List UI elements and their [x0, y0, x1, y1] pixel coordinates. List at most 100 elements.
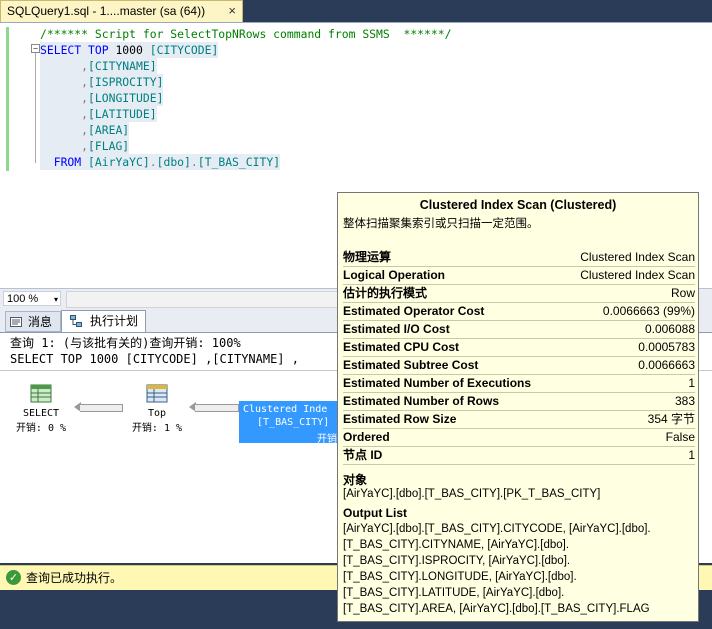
zoom-select[interactable]: 100 % ▾: [3, 291, 61, 306]
code-line: ,[LONGITUDE]: [40, 90, 164, 106]
tooltip-row-value: 0.0005783: [638, 340, 695, 354]
tooltip-row: Estimated Operator Cost 0.0066663 (99%): [343, 303, 695, 321]
plan-arrow: [80, 404, 123, 412]
tooltip-row-key: Estimated I/O Cost: [343, 322, 450, 336]
code-line: FROM [AirYaYC].[dbo].[T_BAS_CITY]: [40, 154, 281, 170]
plan-arrow: [195, 404, 239, 412]
select-operator-icon: [30, 384, 52, 403]
node-label: Clustered Inde: [243, 404, 328, 415]
tooltip-row: 节点 ID 1: [343, 447, 695, 465]
tab-execution-plan-label: 执行计划: [90, 314, 139, 328]
tooltip-row-value: False: [665, 430, 695, 444]
tab-execution-plan[interactable]: 执行计划: [61, 310, 146, 332]
node-cost: 开销: [317, 434, 337, 445]
code-token: [ISPROCITY]: [88, 75, 164, 89]
node-label: SELECT: [22, 408, 60, 419]
code-line: ,[ISPROCITY]: [40, 74, 164, 90]
plan-node-select[interactable]: SELECT 开销: 0 %: [8, 383, 74, 434]
tooltip-row: 估计的执行模式 Row: [343, 285, 695, 303]
code-token: ,: [40, 59, 89, 73]
output-list-line: [T_BAS_CITY].AREA, [AirYaYC].[dbo].[T_BA…: [343, 603, 650, 615]
query-cost-line: 查询 1: (与该批有关的)查询开销: 100%: [10, 336, 241, 350]
code-token: ,: [40, 91, 89, 105]
tooltip-properties: 物理运算 Clustered Index Scan Logical Operatio…: [343, 249, 695, 465]
tab-messages-label: 消息: [28, 315, 53, 329]
code-line: /****** Script for SelectTopNRows comman…: [40, 26, 451, 42]
tooltip-row-value: 1: [688, 376, 695, 390]
tooltip-row-value: Row: [670, 286, 695, 300]
code-token: [LATITUDE]: [88, 107, 157, 121]
tooltip-row: Estimated CPU Cost 0.0005783: [343, 339, 695, 357]
document-tab[interactable]: SQLQuery1.sql - 1....master (sa (64)) ×: [0, 0, 243, 22]
tooltip-row-value: 0.0066663: [638, 358, 695, 372]
code-token: /****** Script for SelectTopNRows comman…: [40, 27, 452, 41]
code-token: [CITYCODE]: [149, 43, 219, 57]
code-line: ,[CITYNAME]: [40, 58, 157, 74]
tooltip-row-value: Clustered Index Scan: [580, 268, 695, 282]
tooltip-row: Estimated Number of Executions 1: [343, 375, 695, 393]
tooltip-description: 整体扫描聚集索引或只扫描一定范围。: [343, 218, 539, 230]
tooltip-row: Logical Operation Clustered Index Scan: [343, 267, 695, 285]
object-label: 对象: [343, 473, 368, 487]
tooltip-row-key: Estimated Subtree Cost: [343, 358, 479, 372]
tooltip-row-value: 383: [674, 394, 695, 408]
editor-gutter: [0, 23, 18, 289]
code-token: .: [149, 155, 157, 169]
code-token: SELECT: [40, 43, 89, 57]
document-tab-title: SQLQuery1.sql - 1....master (sa (64)): [7, 4, 206, 18]
tooltip-row-key: 节点 ID: [343, 448, 383, 462]
close-tab-icon[interactable]: ×: [228, 1, 236, 21]
tooltip-row-value: 0.0066663 (99%): [602, 304, 695, 318]
tooltip-row-value: 1: [688, 448, 695, 462]
code-token: ,: [40, 75, 89, 89]
zoom-value: 100 %: [7, 293, 39, 305]
node-label: Top: [147, 408, 167, 419]
tooltip-row: Estimated Row Size 354 字节: [343, 411, 695, 429]
change-marker: [6, 27, 9, 171]
code-line: SELECT TOP 1000 [CITYCODE]: [40, 42, 219, 58]
horizontal-scrollbar[interactable]: [66, 291, 338, 308]
plan-node-clustered-index-scan[interactable]: Clustered Inde [T_BAS_CITY] 开销: [239, 401, 339, 445]
output-list-line: [T_BAS_CITY].LONGITUDE, [AirYaYC].[dbo].: [343, 571, 577, 583]
query-sql-line: SELECT TOP 1000 [CITYCODE] ,[CITYNAME] ,: [10, 352, 299, 366]
tooltip-row: 物理运算 Clustered Index Scan: [343, 249, 695, 267]
tooltip-row-key: Estimated CPU Cost: [343, 340, 460, 354]
chevron-down-icon: ▾: [53, 295, 58, 304]
code-token: 1000: [115, 43, 150, 57]
tooltip-row: Estimated I/O Cost 0.006088: [343, 321, 695, 339]
tooltip-row: Estimated Number of Rows 383: [343, 393, 695, 411]
tooltip-row-key: Ordered: [343, 430, 390, 444]
node-cost: 开销: 1 %: [131, 423, 183, 434]
tooltip-row-key: Estimated Number of Executions: [343, 376, 532, 390]
code-line: ,[AREA]: [40, 122, 130, 138]
tooltip-row-value: 354 字节: [647, 412, 695, 426]
code-token: ,: [40, 107, 89, 121]
code-token: [AREA]: [88, 123, 130, 137]
execution-plan-icon: [70, 315, 82, 327]
collapse-toggle-icon[interactable]: −: [31, 44, 40, 53]
plan-node-top[interactable]: Top 开销: 1 %: [124, 383, 190, 434]
fold-guide: [35, 53, 36, 163]
node-table: [T_BAS_CITY]: [251, 417, 330, 428]
output-list-line: [AirYaYC].[dbo].[T_BAS_CITY].CITYCODE, […: [343, 523, 651, 535]
code-token: [FLAG]: [88, 139, 130, 153]
code-token: TOP: [88, 43, 116, 57]
code-line: ,[FLAG]: [40, 138, 130, 154]
tooltip-title: Clustered Index Scan (Clustered): [419, 198, 617, 212]
object-value: [AirYaYC].[dbo].[T_BAS_CITY].[PK_T_BAS_C…: [343, 488, 601, 500]
code-line: ,[LATITUDE]: [40, 106, 157, 122]
tooltip-row-key: Estimated Row Size: [343, 412, 457, 426]
output-list-line: [T_BAS_CITY].ISPROCITY, [AirYaYC].[dbo].: [343, 555, 571, 567]
code-token: [dbo]: [156, 155, 191, 169]
status-text: 查询已成功执行。: [26, 571, 123, 585]
code-token: FROM: [40, 155, 89, 169]
tooltip-row-key: Logical Operation: [343, 268, 446, 282]
tooltip-row-key: Estimated Number of Rows: [343, 394, 500, 408]
messages-icon: [10, 317, 22, 327]
tab-messages[interactable]: 消息: [5, 311, 61, 332]
tooltip-row-key: Estimated Operator Cost: [343, 304, 485, 318]
tooltip-row-value: Clustered Index Scan: [580, 250, 695, 264]
code-token: ,: [40, 139, 89, 153]
output-list-line: [T_BAS_CITY].CITYNAME, [AirYaYC].[dbo].: [343, 539, 570, 551]
code-token: .: [190, 155, 198, 169]
